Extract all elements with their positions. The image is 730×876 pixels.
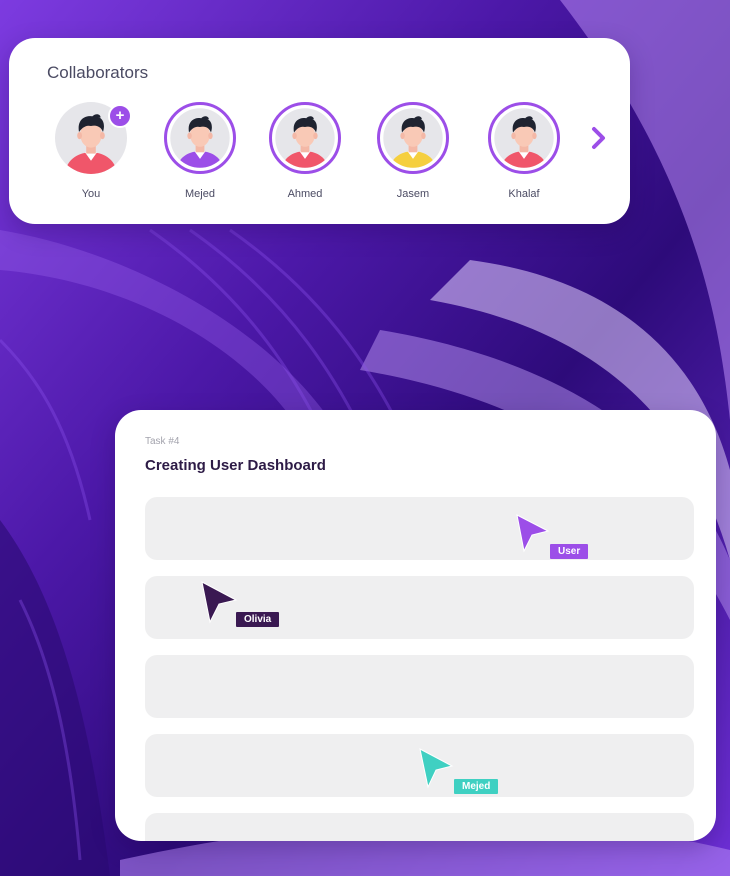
task-row[interactable] <box>145 813 694 841</box>
collaborator-jasem[interactable]: Jasem <box>358 102 468 212</box>
avatar <box>164 102 236 174</box>
cursor-pointer-icon <box>199 580 239 629</box>
collaborator-ahmed[interactable]: Ahmed <box>250 102 360 212</box>
cursor-tag-olivia: Olivia <box>236 612 280 627</box>
avatar <box>488 102 560 174</box>
task-number: Task #4 <box>145 436 180 447</box>
task-card: Task #4 Creating User Dashboard User Oli… <box>115 410 716 841</box>
chevron-right-icon[interactable] <box>587 123 611 153</box>
cursor-pointer-icon <box>514 513 550 558</box>
collaborator-name: You <box>81 188 101 200</box>
person-icon <box>383 108 443 168</box>
collaborator-you[interactable]: + You <box>36 102 146 212</box>
collaborator-mejed[interactable]: Mejed <box>145 102 255 212</box>
task-row[interactable] <box>145 655 694 718</box>
cursor-tag-mejed: Mejed <box>454 779 499 794</box>
task-row[interactable] <box>145 497 694 560</box>
collaborators-card: Collaborators + You Mejed Ahmed Jasem Khalaf <box>9 38 630 224</box>
collaborator-name: Khalaf <box>508 188 540 200</box>
cursor-tag-user: User <box>550 544 589 559</box>
collaborator-khalaf[interactable]: Khalaf <box>469 102 579 212</box>
task-title: Creating User Dashboard <box>145 457 326 474</box>
collaborator-name: Mejed <box>185 188 215 200</box>
collaborator-name: Jasem <box>396 188 430 200</box>
avatar <box>377 102 449 174</box>
person-icon <box>275 108 335 168</box>
person-icon <box>494 108 554 168</box>
collaborator-name: Ahmed <box>287 188 323 200</box>
collaborators-title: Collaborators <box>47 63 149 82</box>
cursor-pointer-icon <box>417 747 455 794</box>
add-icon[interactable]: + <box>108 104 132 128</box>
person-icon <box>170 108 230 168</box>
avatar <box>269 102 341 174</box>
